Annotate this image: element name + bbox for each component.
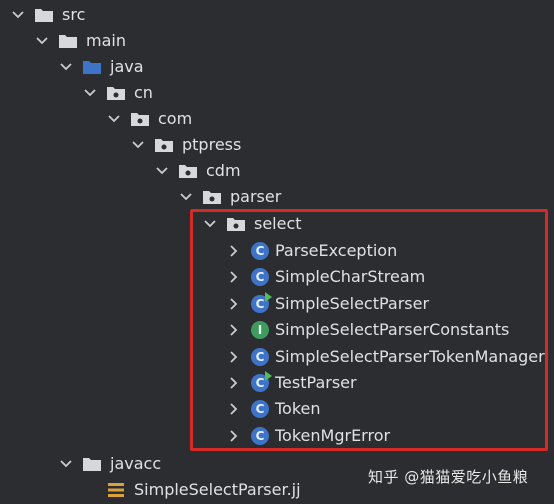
tree-node-label: java <box>110 57 144 76</box>
tree-node-com[interactable]: com <box>106 106 192 132</box>
package-icon <box>130 110 150 128</box>
tree-node-label: main <box>86 31 126 50</box>
chevron-down-icon[interactable] <box>58 456 74 472</box>
package-icon <box>178 162 198 180</box>
chevron-down-icon[interactable] <box>58 59 74 75</box>
tree-node-label: SimpleSelectParser.jj <box>134 480 301 499</box>
chevron-down-icon[interactable] <box>130 137 146 153</box>
tree-node-cn[interactable]: cn <box>82 80 153 106</box>
project-tree: src main java cn com ptpress cdm parser … <box>0 0 554 504</box>
package-icon <box>154 136 174 154</box>
tree-node-javacc[interactable]: javacc <box>58 451 161 477</box>
highlight-box <box>190 209 548 451</box>
source-folder-icon <box>82 58 102 76</box>
chevron-down-icon[interactable] <box>178 189 194 205</box>
tree-node-parser[interactable]: parser <box>178 184 281 210</box>
package-icon <box>106 84 126 102</box>
chevron-down-icon[interactable] <box>10 7 26 23</box>
folder-icon <box>34 6 54 24</box>
tree-node-src[interactable]: src <box>10 2 85 28</box>
tree-node-grammar-file[interactable]: SimpleSelectParser.jj <box>106 477 301 503</box>
tree-node-label: ptpress <box>182 135 242 154</box>
tree-node-label: cn <box>134 83 153 102</box>
tree-node-label: parser <box>230 187 282 206</box>
tree-node-cdm[interactable]: cdm <box>154 158 241 184</box>
tree-node-label: cdm <box>206 161 241 180</box>
tree-node-label: javacc <box>110 454 162 473</box>
chevron-down-icon[interactable] <box>34 33 50 49</box>
watermark: 知乎 @猫猫爱吃小鱼粮 <box>368 468 529 486</box>
tree-node-ptpress[interactable]: ptpress <box>130 132 241 158</box>
chevron-down-icon[interactable] <box>106 111 122 127</box>
chevron-down-icon[interactable] <box>154 163 170 179</box>
package-icon <box>202 188 222 206</box>
chevron-down-icon[interactable] <box>82 85 98 101</box>
tree-node-main[interactable]: main <box>34 28 126 54</box>
grammar-file-icon <box>106 481 126 499</box>
folder-icon <box>82 455 102 473</box>
tree-node-label: com <box>158 109 193 128</box>
folder-icon <box>58 32 78 50</box>
tree-node-java[interactable]: java <box>58 54 144 80</box>
tree-node-label: src <box>62 5 86 24</box>
